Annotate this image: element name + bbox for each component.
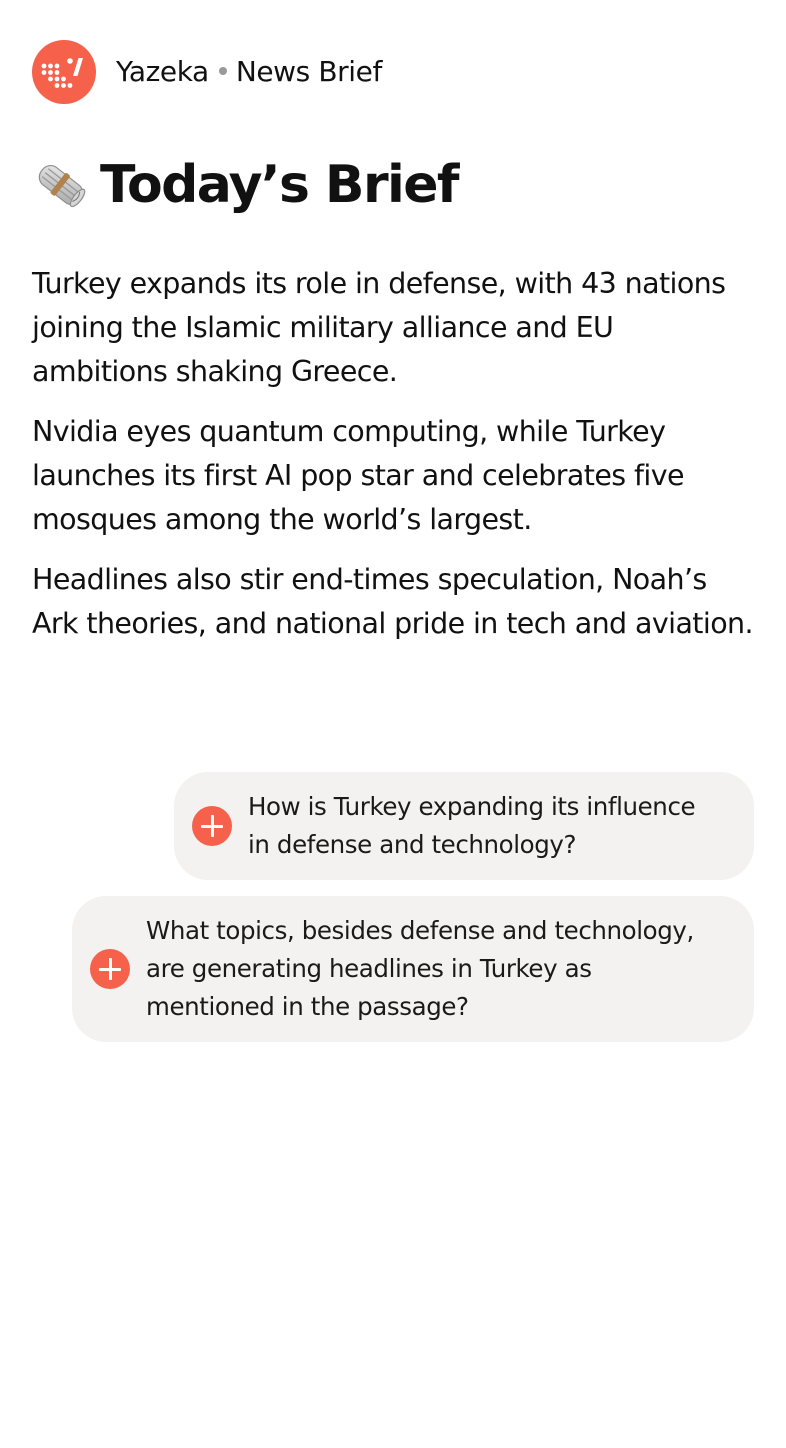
summary-paragraph: Headlines also stir end-times speculatio…: [32, 563, 754, 640]
summary-paragraph: Nvidia eyes quantum computing, while Tur…: [32, 415, 685, 536]
suggested-question-text: How is Turkey expanding its influence in…: [248, 792, 696, 859]
header: Yazeka News Brief: [32, 40, 382, 104]
summary-paragraph: Turkey expands its role in defense, with…: [32, 267, 726, 388]
separator-dot: [218, 67, 227, 75]
brief-title-row: Today’s Brief: [32, 150, 460, 220]
header-title: Yazeka News Brief: [116, 55, 382, 89]
app-name: Yazeka: [116, 55, 209, 88]
newspaper-icon: [32, 156, 90, 214]
page-title: Today’s Brief: [100, 155, 460, 215]
plus-icon: [90, 949, 130, 989]
section-name: News Brief: [235, 55, 383, 88]
plus-icon: [192, 806, 232, 846]
suggested-question-text: What topics, besides defense and technol…: [146, 916, 694, 1021]
yazeka-logo-icon[interactable]: [32, 40, 96, 104]
suggested-question-button[interactable]: How is Turkey expanding its influence in…: [174, 772, 754, 880]
brief-summary: Turkey expands its role in defense, with…: [32, 262, 754, 662]
suggested-questions: How is Turkey expanding its influence in…: [32, 772, 754, 1058]
suggested-question-button[interactable]: What topics, besides defense and technol…: [72, 896, 754, 1042]
